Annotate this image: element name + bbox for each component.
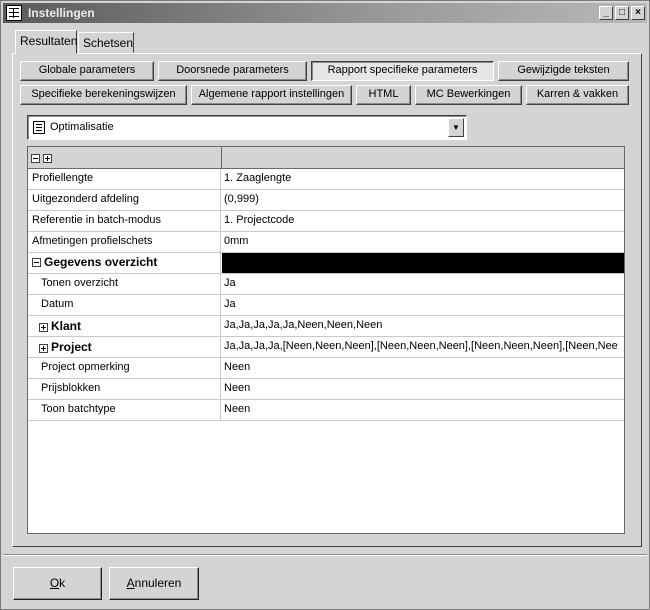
property-value[interactable]: 1. Projectcode [222, 211, 624, 231]
grid-row-afmetingen-profielschets[interactable]: Afmetingen profielschets 0mm [28, 232, 624, 253]
specifieke-berekeningswijzen-button[interactable]: Specifieke berekeningswijzen [20, 85, 187, 105]
window-title: Instellingen [28, 6, 95, 20]
grid-row-klant[interactable]: Klant Ja,Ja,Ja,Ja,Ja,Neen,Neen,Neen [28, 316, 624, 337]
doorsnede-parameters-button[interactable]: Doorsnede parameters [158, 61, 307, 81]
cancel-label: nnuleren [134, 576, 182, 590]
property-value[interactable]: 1. Zaaglengte [222, 169, 624, 189]
column-divider[interactable] [221, 147, 222, 169]
report-type-select[interactable]: Optimalisatie ▼ [27, 115, 467, 140]
ok-button[interactable]: Ok [13, 567, 102, 600]
cancel-button[interactable]: Annuleren [109, 567, 199, 600]
rapport-specifieke-parameters-button[interactable]: Rapport specifieke parameters [311, 61, 494, 81]
section-label: Gegevens overzicht [44, 255, 158, 269]
grid-row-project-opmerking[interactable]: Project opmerking Neen [28, 358, 624, 379]
section-header: Gegevens overzicht [28, 253, 221, 273]
grid-row-project[interactable]: Project Ja,Ja,Ja,Ja,[Neen,Neen,Neen],[Ne… [28, 337, 624, 358]
property-label: Datum [28, 295, 221, 315]
settings-window: Instellingen _ □ × Resultaten Schetsen G… [0, 0, 650, 610]
report-type-value: Optimalisatie [50, 121, 114, 133]
grid-header [28, 147, 624, 169]
property-value[interactable]: Neen [222, 400, 624, 420]
property-value[interactable]: Ja,Ja,Ja,Ja,Ja,Neen,Neen,Neen [222, 316, 624, 336]
grid-section-gegevens-overzicht[interactable]: Gegevens overzicht [28, 253, 624, 274]
tab-schetsen[interactable]: Schetsen [78, 32, 134, 53]
collapse-icon[interactable] [32, 258, 41, 268]
property-value[interactable]: Ja,Ja,Ja,Ja,[Neen,Neen,Neen],[Neen,Neen,… [222, 337, 624, 357]
globale-parameters-button[interactable]: Globale parameters [20, 61, 154, 81]
mc-bewerkingen-button[interactable]: MC Bewerkingen [415, 85, 522, 105]
report-icon [33, 121, 45, 134]
title-bar[interactable]: Instellingen _ □ × [3, 3, 647, 23]
gewijzigde-teksten-button[interactable]: Gewijzigde teksten [498, 61, 629, 81]
property-value[interactable]: Ja [222, 274, 624, 294]
grid-row-profiellengte[interactable]: Profiellengte 1. Zaaglengte [28, 169, 624, 190]
expand-all-icon[interactable] [43, 153, 52, 163]
property-value[interactable]: Neen [222, 379, 624, 399]
algemene-rapport-instellingen-button[interactable]: Algemene rapport instellingen [191, 85, 352, 105]
app-icon [6, 5, 22, 21]
ok-mnemonic: O [49, 576, 60, 590]
property-value[interactable]: Ja [222, 295, 624, 315]
footer-divider [3, 554, 647, 556]
property-label: Profiellengte [28, 169, 221, 189]
close-icon[interactable]: × [631, 6, 645, 20]
property-grid: Profiellengte 1. Zaaglengte Uitgezonderd… [27, 146, 625, 534]
grid-row-referentie-batch-modus[interactable]: Referentie in batch-modus 1. Projectcode [28, 211, 624, 232]
property-label-group: Klant [28, 316, 221, 336]
property-label: Tonen overzicht [28, 274, 221, 294]
html-button[interactable]: HTML [356, 85, 411, 105]
property-label: Prijsblokken [28, 379, 221, 399]
property-label-group: Project [28, 337, 221, 357]
collapse-all-icon[interactable] [31, 153, 40, 163]
property-label: Toon batchtype [28, 400, 221, 420]
grid-row-prijsblokken[interactable]: Prijsblokken Neen [28, 379, 624, 400]
chevron-down-icon[interactable]: ▼ [448, 118, 464, 137]
section-value [222, 253, 624, 273]
grid-row-tonen-overzicht[interactable]: Tonen overzicht Ja [28, 274, 624, 295]
expand-icon[interactable] [39, 343, 48, 353]
ok-label: k [59, 576, 66, 590]
property-label: Afmetingen profielschets [28, 232, 221, 252]
grid-row-toon-batchtype[interactable]: Toon batchtype Neen [28, 400, 624, 421]
tab-resultaten[interactable]: Resultaten [15, 30, 77, 54]
karren-vakken-button[interactable]: Karren & vakken [526, 85, 629, 105]
cancel-mnemonic: A [126, 576, 135, 590]
minimize-icon[interactable]: _ [599, 6, 613, 20]
property-label: Project [51, 340, 92, 354]
property-value[interactable]: 0mm [222, 232, 624, 252]
property-value[interactable]: (0,999) [222, 190, 624, 210]
property-label: Project opmerking [28, 358, 221, 378]
property-label: Klant [51, 319, 81, 333]
property-value[interactable]: Neen [222, 358, 624, 378]
maximize-icon[interactable]: □ [615, 6, 629, 20]
grid-row-uitgezonderd-afdeling[interactable]: Uitgezonderd afdeling (0,999) [28, 190, 624, 211]
grid-row-datum[interactable]: Datum Ja [28, 295, 624, 316]
property-label: Uitgezonderd afdeling [28, 190, 221, 210]
property-label: Referentie in batch-modus [28, 211, 221, 231]
expand-icon[interactable] [39, 322, 48, 332]
